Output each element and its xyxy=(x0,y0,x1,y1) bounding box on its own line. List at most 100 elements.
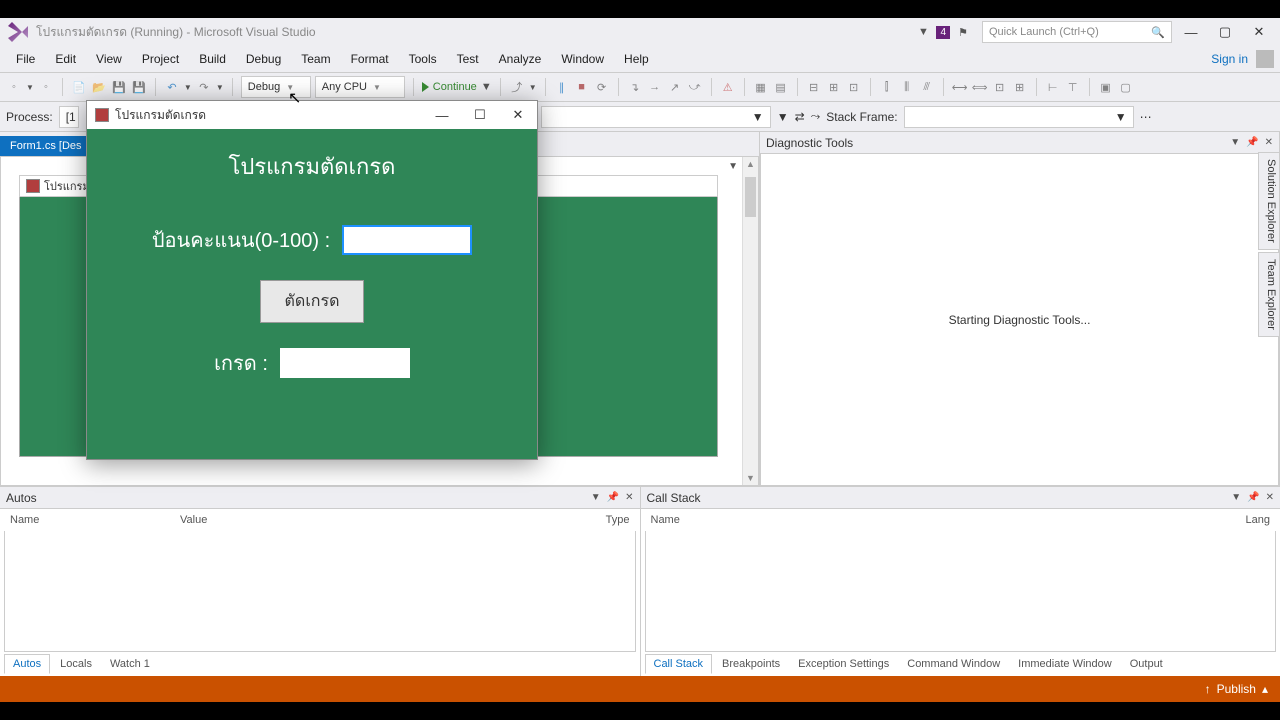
grade-output[interactable] xyxy=(280,348,410,378)
nav-back-icon[interactable]: ◦ xyxy=(6,79,22,95)
stackframe-dropdown[interactable]: ▼ xyxy=(904,106,1134,128)
tab-locals[interactable]: Locals xyxy=(52,655,100,673)
config-dropdown[interactable]: Debug▼ xyxy=(241,76,311,98)
order-icon[interactable]: ▣ xyxy=(1098,79,1114,95)
new-project-icon[interactable]: 📄 xyxy=(71,79,87,95)
tab-immediate[interactable]: Immediate Window xyxy=(1010,655,1120,673)
col-type[interactable]: Type xyxy=(606,514,630,526)
menu-team[interactable]: Team xyxy=(291,48,340,70)
thread-dropdown[interactable]: ▼ xyxy=(541,106,771,128)
platform-dropdown[interactable]: Any CPU▼ xyxy=(315,76,405,98)
col-lang[interactable]: Lang xyxy=(1246,514,1270,526)
chevron-up-icon[interactable]: ▴ xyxy=(1262,682,1268,696)
align-icon2[interactable]: ▤ xyxy=(773,79,789,95)
restore-button[interactable]: ▢ xyxy=(1210,20,1240,44)
nav-fwd-icon[interactable]: ◦ xyxy=(38,79,54,95)
step-into-icon[interactable]: ↴ xyxy=(627,79,643,95)
center-icon2[interactable]: ⊤ xyxy=(1065,79,1081,95)
filter-icon[interactable]: ▼ xyxy=(914,23,932,41)
notification-badge[interactable]: 4 xyxy=(936,26,950,39)
save-icon[interactable]: 💾 xyxy=(111,79,127,95)
app-titlebar[interactable]: โปรแกรมตัดเกรด — ☐ ✕ xyxy=(87,101,537,129)
align-icon[interactable]: ▦ xyxy=(753,79,769,95)
step-over-icon[interactable]: → xyxy=(647,79,663,95)
menu-analyze[interactable]: Analyze xyxy=(489,48,552,70)
app-minimize-button[interactable]: — xyxy=(423,101,461,129)
spacing-icon3[interactable]: ⫻ xyxy=(919,79,935,95)
layout-icon[interactable]: ⊟ xyxy=(806,79,822,95)
step-cursor-icon[interactable]: ⤻ xyxy=(687,79,703,95)
step-out-icon[interactable]: ↗ xyxy=(667,79,683,95)
sign-in-link[interactable]: Sign in xyxy=(1211,52,1248,66)
pause-icon[interactable]: ∥ xyxy=(554,79,570,95)
spacing-icon[interactable]: ⫿ xyxy=(879,79,895,95)
pin-icon[interactable]: 📌 xyxy=(607,492,619,503)
user-icon[interactable] xyxy=(1256,50,1274,68)
menu-project[interactable]: Project xyxy=(132,48,189,70)
size-icon2[interactable]: ⟺ xyxy=(972,79,988,95)
spacing-icon2[interactable]: ⫼ xyxy=(899,79,915,95)
scroll-thumb[interactable] xyxy=(745,177,756,217)
order-icon2[interactable]: ▢ xyxy=(1118,79,1134,95)
menu-edit[interactable]: Edit xyxy=(45,48,86,70)
layout-icon2[interactable]: ⊞ xyxy=(826,79,842,95)
process-dropdown[interactable]: [1 xyxy=(59,106,79,128)
panel-dropdown-icon[interactable]: ▼ xyxy=(591,492,601,503)
continue-button[interactable]: Continue▼ xyxy=(422,81,492,93)
tab-autos[interactable]: Autos xyxy=(4,654,50,674)
filter2-icon[interactable]: ⇄ xyxy=(795,110,805,124)
menu-file[interactable]: File xyxy=(6,48,45,70)
tab-watch1[interactable]: Watch 1 xyxy=(102,655,158,673)
menu-view[interactable]: View xyxy=(86,48,132,70)
overflow-icon[interactable]: ⋯ xyxy=(1140,110,1152,124)
score-input[interactable] xyxy=(342,225,472,255)
menu-help[interactable]: Help xyxy=(614,48,659,70)
close-button[interactable]: ✕ xyxy=(1244,20,1274,44)
minimize-button[interactable]: — xyxy=(1176,20,1206,44)
flag-icon[interactable]: ⚑ xyxy=(954,23,972,41)
filter3-icon[interactable]: ⤳ xyxy=(811,109,821,124)
menu-window[interactable]: Window xyxy=(551,48,614,70)
grade-button[interactable]: ตัดเกรด xyxy=(260,280,365,323)
open-icon[interactable]: 📂 xyxy=(91,79,107,95)
stop-icon[interactable]: ■ xyxy=(574,79,590,95)
menu-format[interactable]: Format xyxy=(341,48,399,70)
close-icon[interactable]: ✕ xyxy=(625,492,633,503)
side-tab-team-explorer[interactable]: Team Explorer xyxy=(1258,252,1280,337)
size-icon3[interactable]: ⊡ xyxy=(992,79,1008,95)
menu-test[interactable]: Test xyxy=(447,48,489,70)
tab-callstack[interactable]: Call Stack xyxy=(645,654,713,674)
tab-command[interactable]: Command Window xyxy=(899,655,1008,673)
pin-icon[interactable]: 📌 xyxy=(1247,492,1259,503)
size-icon[interactable]: ⟷ xyxy=(952,79,968,95)
menu-debug[interactable]: Debug xyxy=(236,48,291,70)
center-icon[interactable]: ⊢ xyxy=(1045,79,1061,95)
tab-exception[interactable]: Exception Settings xyxy=(790,655,897,673)
restart-icon[interactable]: ⟳ xyxy=(594,79,610,95)
undo-icon[interactable]: ↶ xyxy=(164,79,180,95)
col-name[interactable]: Name xyxy=(10,514,180,526)
size-icon4[interactable]: ⊞ xyxy=(1012,79,1028,95)
exception-icon[interactable]: ⚠ xyxy=(720,79,736,95)
save-all-icon[interactable]: 💾 xyxy=(131,79,147,95)
step-icon[interactable]: ⤴ xyxy=(509,79,525,95)
filter-icon[interactable]: ▼ xyxy=(777,110,789,124)
panel-dropdown-icon[interactable]: ▼ xyxy=(1230,137,1240,148)
side-tab-solution-explorer[interactable]: Solution Explorer xyxy=(1258,152,1280,250)
app-maximize-button[interactable]: ☐ xyxy=(461,101,499,129)
col-name[interactable]: Name xyxy=(651,514,1246,526)
publish-up-icon[interactable]: ↑ xyxy=(1205,682,1211,696)
panel-dropdown-icon[interactable]: ▼ xyxy=(1231,492,1241,503)
menu-build[interactable]: Build xyxy=(189,48,236,70)
scrollbar[interactable]: ▲ ▼ xyxy=(742,157,758,485)
scroll-down-icon[interactable]: ▼ xyxy=(746,473,755,483)
tab-output[interactable]: Output xyxy=(1122,655,1171,673)
doc-dropdown-icon[interactable]: ▼ xyxy=(728,161,738,172)
scroll-up-icon[interactable]: ▲ xyxy=(746,159,755,169)
publish-button[interactable]: Publish xyxy=(1217,682,1256,696)
menu-tools[interactable]: Tools xyxy=(399,48,447,70)
close-icon[interactable]: ✕ xyxy=(1266,492,1274,503)
redo-icon[interactable]: ↷ xyxy=(196,79,212,95)
tab-breakpoints[interactable]: Breakpoints xyxy=(714,655,788,673)
close-icon[interactable]: ✕ xyxy=(1265,137,1273,148)
